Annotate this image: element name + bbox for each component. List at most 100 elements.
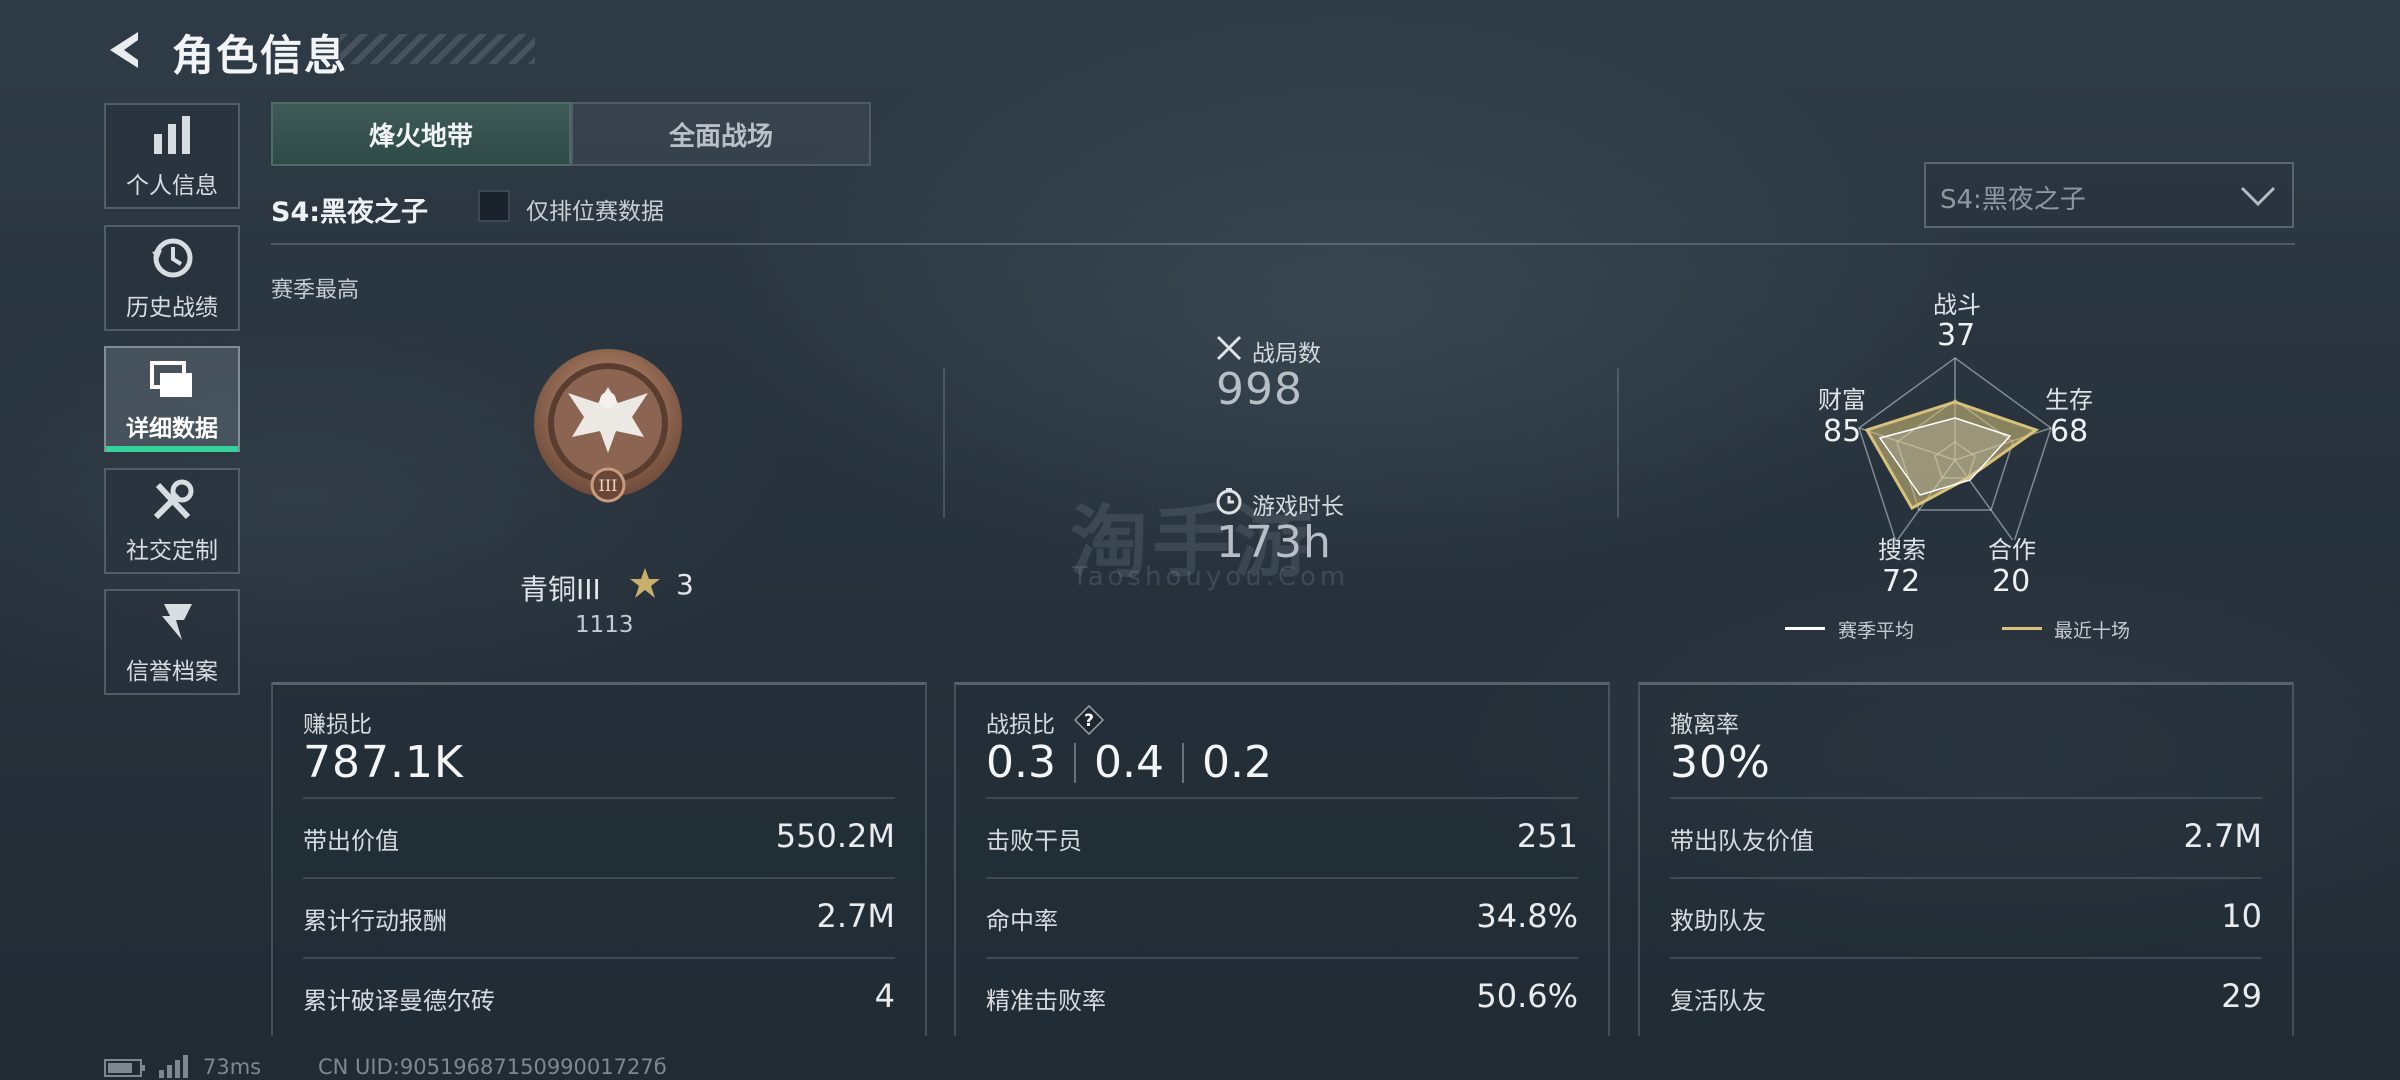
stat-row-value: 50.6% [1476,977,1578,1015]
rank-name: 青铜III [520,573,601,606]
svg-text:?: ? [1084,711,1094,731]
matches-value: 998 [1216,364,1303,415]
stat-row-label: 复活队友 [1670,987,1766,1015]
matches-label: 战局数 [1252,341,1321,367]
signal-icon [159,1055,188,1078]
ranked-only-label[interactable]: 仅排位赛数据 [526,192,664,226]
stat-row-label: 击败干员 [986,827,1082,855]
tab-fire-zone[interactable]: 烽火地带 [271,102,571,166]
stat-row: 带出价值 550.2M [303,797,895,877]
radar-value-cooperation: 20 [1992,564,2031,599]
chevron-down-icon [2240,186,2276,207]
legend-recent-ten: 最近十场 [2054,620,2131,642]
stat-row-value: 34.8% [1476,897,1578,935]
shield-lightning-icon [152,604,192,640]
stat-row-label: 带出队友价值 [1670,827,1814,855]
title-decoration [340,34,535,64]
kd-value: 0.4 [1093,737,1164,788]
section-divider [943,368,945,518]
stat-row: 命中率 34.8% [986,877,1578,957]
tools-icon [153,479,194,520]
season-best-label: 赛季最高 [271,278,360,303]
back-arrow-icon[interactable] [104,28,148,72]
kd-value: 0.3 [986,737,1056,788]
stat-row: 精准击败率 50.6% [986,957,1578,1037]
card-title: 赚损比 [303,712,372,738]
season-name: S4:黑夜之子 [271,197,429,228]
radar-label-combat: 战斗 [1933,291,1981,319]
stat-row-value: 2.7M [816,897,896,935]
sidebar-item-label: 个人信息 [126,173,218,199]
sidebar-item-social[interactable]: 社交定制 [104,468,240,574]
bar-chart-icon [154,116,190,154]
battery-icon [104,1059,145,1077]
stat-row-value: 29 [2221,977,2262,1015]
help-icon[interactable]: ? [1074,705,1104,735]
star-icon [630,568,660,598]
sidebar-item-label: 历史战绩 [126,295,218,321]
stat-row-value: 251 [1516,817,1578,855]
stat-row: 救助队友 10 [1670,877,2262,957]
card-main-value: 787.1K [303,737,464,788]
history-clock-icon [152,238,193,278]
page-title: 角色信息 [172,31,349,80]
radar-value-survival: 68 [2050,414,2089,449]
stat-row-label: 累计行动报酬 [303,907,447,935]
section-divider [1617,368,1619,518]
radar-value-wealth: 85 [1823,414,1862,449]
kd-value: 0.2 [1201,737,1272,788]
tab-full-battlefield[interactable]: 全面战场 [571,102,871,166]
profit-loss-card: 赚损比 787.1K 带出价值 550.2M 累计行动报酬 2.7M 累计破译曼德尔… [271,682,927,1036]
radar-label-survival: 生存 [2045,386,2093,414]
stat-row-value: 10 [2221,897,2262,935]
sidebar-item-personal-info[interactable]: 个人信息 [104,103,240,209]
kill-death-card: 战损比 ? 0.3 0.4 0.2 击败干员 251 命中率 34.8% 精准击败率… [954,682,1610,1036]
stat-row-label: 救助队友 [1670,907,1766,935]
card-main-value: 30% [1670,737,1771,788]
stat-row: 带出队友价值 2.7M [1670,797,2262,877]
rank-score: 1113 [575,612,634,638]
stat-row: 累计破译曼德尔砖 4 [303,957,895,1037]
bronze-rank-badge: III [534,349,682,503]
card-title: 撤离率 [1670,712,1739,738]
stat-row-value: 4 [874,977,895,1015]
radar-label-cooperation: 合作 [1988,536,2036,564]
playtime-label: 游戏时长 [1252,494,1344,520]
radar-label-wealth: 财富 [1818,386,1866,414]
sidebar-item-label: 信誉档案 [126,659,218,685]
season-dropdown[interactable]: S4:黑夜之子 [1924,162,2294,228]
stat-row: 累计行动报酬 2.7M [303,877,895,957]
ping-value: 73ms [203,1055,262,1079]
extraction-rate-card: 撤离率 30% 带出队友价值 2.7M 救助队友 10 复活队友 29 [1638,682,2294,1036]
legend-season-average: 赛季平均 [1838,620,1915,642]
legend-swatch-recent-ten [2002,627,2042,630]
sidebar-item-history[interactable]: 历史战绩 [104,225,240,331]
divider [271,243,2295,245]
radar-value-search: 72 [1882,564,1921,599]
sidebar-item-reputation[interactable]: 信誉档案 [104,589,240,695]
stat-row-value: 2.7M [2183,817,2263,855]
rank-numeral: III [599,476,618,495]
playtime-value: 173h [1216,517,1332,568]
radar-label-search: 搜索 [1878,536,1926,564]
detail-cards-icon [150,361,192,397]
crossed-swords-icon [1216,335,1242,361]
ranked-only-checkbox[interactable] [478,190,510,222]
sidebar-item-label: 社交定制 [126,538,218,564]
user-uid: CN UID:9051968715099001727б [318,1055,667,1079]
stat-row-label: 累计破译曼德尔砖 [303,987,495,1015]
season-dropdown-value: S4:黑夜之子 [1940,185,2086,215]
card-title: 战损比 [986,712,1055,738]
stopwatch-icon [1216,488,1242,515]
rank-star-count: 3 [676,568,694,601]
radar-value-combat: 37 [1937,318,1976,353]
stat-row-value: 550.2M [775,817,895,855]
sidebar-item-detail-data[interactable]: 详细数据 [104,346,240,452]
stat-row: 击败干员 251 [986,797,1578,877]
stat-row-label: 命中率 [986,907,1058,935]
stat-row-label: 带出价值 [303,827,399,855]
sidebar-item-label: 详细数据 [126,416,218,442]
kd-ratio-values: 0.3 0.4 0.2 [986,737,1272,788]
stat-row: 复活队友 29 [1670,957,2262,1037]
stat-row-label: 精准击败率 [986,987,1106,1015]
